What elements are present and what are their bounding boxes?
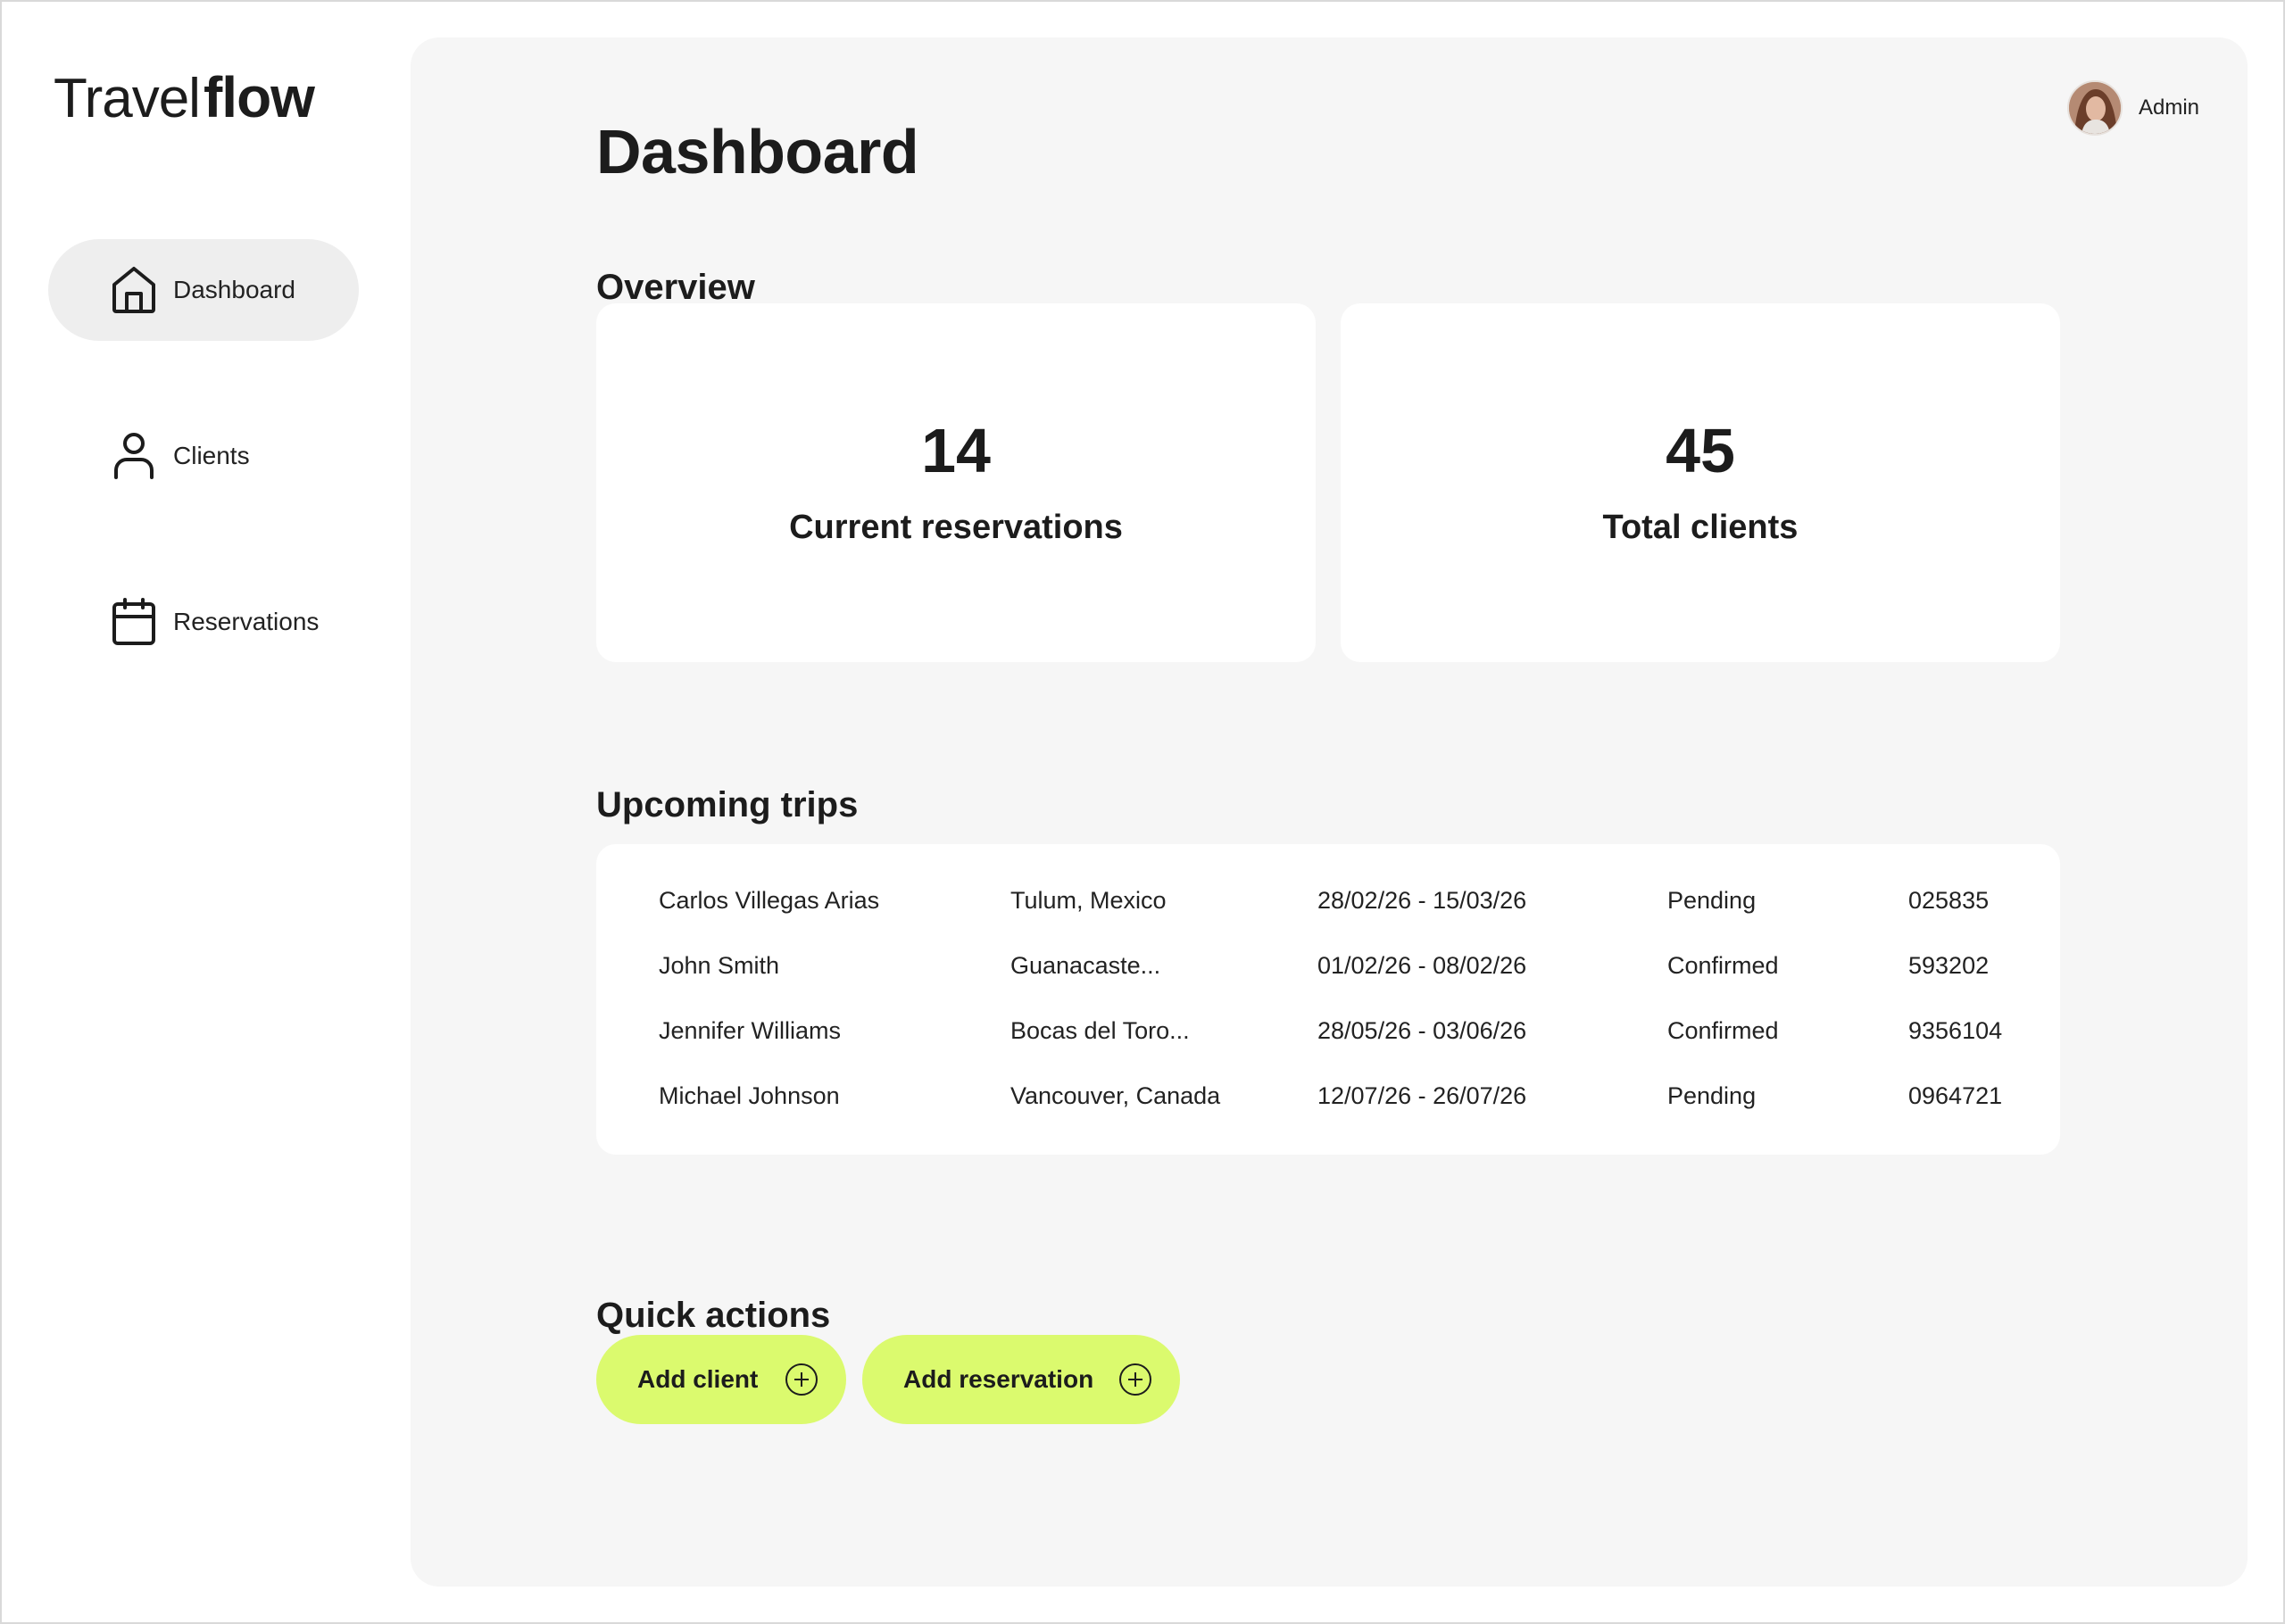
trip-dates: 12/07/26 - 26/07/26 — [1317, 1082, 1527, 1109]
sidebar-item-label: Reservations — [173, 608, 320, 635]
trip-client: Carlos Villegas Arias — [659, 887, 880, 914]
stat-value: 14 — [921, 415, 991, 485]
home-icon — [109, 265, 159, 315]
stat-card-total-clients: 45 Total clients — [1341, 303, 2060, 662]
plus-circle-icon — [785, 1363, 818, 1396]
main-panel: Admin Dashboard Overview 14 Current rese… — [411, 37, 2248, 1587]
user-menu[interactable]: Admin — [2066, 80, 2199, 136]
calendar-icon — [109, 597, 159, 647]
table-row[interactable]: Carlos Villegas Arias Tulum, Mexico 28/0… — [596, 887, 2060, 923]
brand-logo: Travel flow — [54, 64, 315, 129]
trip-destination: Bocas del Toro... — [1010, 1017, 1190, 1044]
sidebar-item-reservations[interactable]: Reservations — [48, 571, 359, 673]
sidebar-item-label: Dashboard — [173, 276, 295, 303]
stat-caption: Current reservations — [789, 508, 1123, 546]
trip-status: Pending — [1667, 887, 1757, 914]
trip-client: John Smith — [659, 952, 780, 979]
table-row[interactable]: Michael Johnson Vancouver, Canada 12/07/… — [596, 1082, 2060, 1118]
upcoming-trips-title: Upcoming trips — [596, 785, 859, 824]
brand-logo-light: Travel — [54, 68, 201, 129]
sidebar-item-clients[interactable]: Clients — [48, 405, 359, 507]
overview-title: Overview — [596, 268, 755, 307]
add-client-label: Add client — [637, 1365, 759, 1393]
trip-status: Confirmed — [1667, 952, 1779, 979]
trip-code: 593202 — [1908, 952, 1990, 979]
stat-caption: Total clients — [1602, 508, 1799, 546]
trip-client: Michael Johnson — [659, 1082, 840, 1109]
user-name[interactable]: Admin — [2139, 95, 2199, 120]
page-title: Dashboard — [596, 117, 919, 186]
user-icon — [109, 431, 159, 481]
add-client-button[interactable]: Add client — [596, 1335, 846, 1424]
brand-logo-bold: flow — [203, 65, 315, 129]
plus-circle-icon — [1119, 1363, 1151, 1396]
trip-client: Jennifer Williams — [659, 1017, 842, 1044]
trip-destination: Guanacaste... — [1010, 952, 1161, 979]
trip-dates: 28/02/26 - 15/03/26 — [1317, 887, 1527, 914]
trip-destination: Vancouver, Canada — [1010, 1082, 1221, 1109]
table-row[interactable]: John Smith Guanacaste... 01/02/26 - 08/0… — [596, 952, 2060, 988]
stat-card-current-reservations: 14 Current reservations — [596, 303, 1316, 662]
trip-dates: 28/05/26 - 03/06/26 — [1317, 1017, 1527, 1044]
trip-status: Confirmed — [1667, 1017, 1779, 1044]
trip-code: 0964721 — [1908, 1082, 2003, 1109]
add-reservation-button[interactable]: Add reservation — [862, 1335, 1180, 1424]
upcoming-trips-table: Carlos Villegas Arias Tulum, Mexico 28/0… — [596, 844, 2060, 1155]
sidebar-item-label: Clients — [173, 442, 250, 469]
table-row[interactable]: Jennifer Williams Bocas del Toro... 28/0… — [596, 1017, 2060, 1053]
add-reservation-label: Add reservation — [903, 1365, 1094, 1393]
trip-code: 025835 — [1908, 887, 1990, 914]
trip-status: Pending — [1667, 1082, 1757, 1109]
trip-code: 9356104 — [1908, 1017, 2003, 1044]
stat-value: 45 — [1666, 415, 1735, 485]
trip-destination: Tulum, Mexico — [1010, 887, 1167, 914]
sidebar-item-dashboard[interactable]: Dashboard — [48, 239, 359, 341]
avatar[interactable] — [2066, 80, 2123, 136]
trip-dates: 01/02/26 - 08/02/26 — [1317, 952, 1527, 979]
quick-actions-title: Quick actions — [596, 1296, 831, 1335]
